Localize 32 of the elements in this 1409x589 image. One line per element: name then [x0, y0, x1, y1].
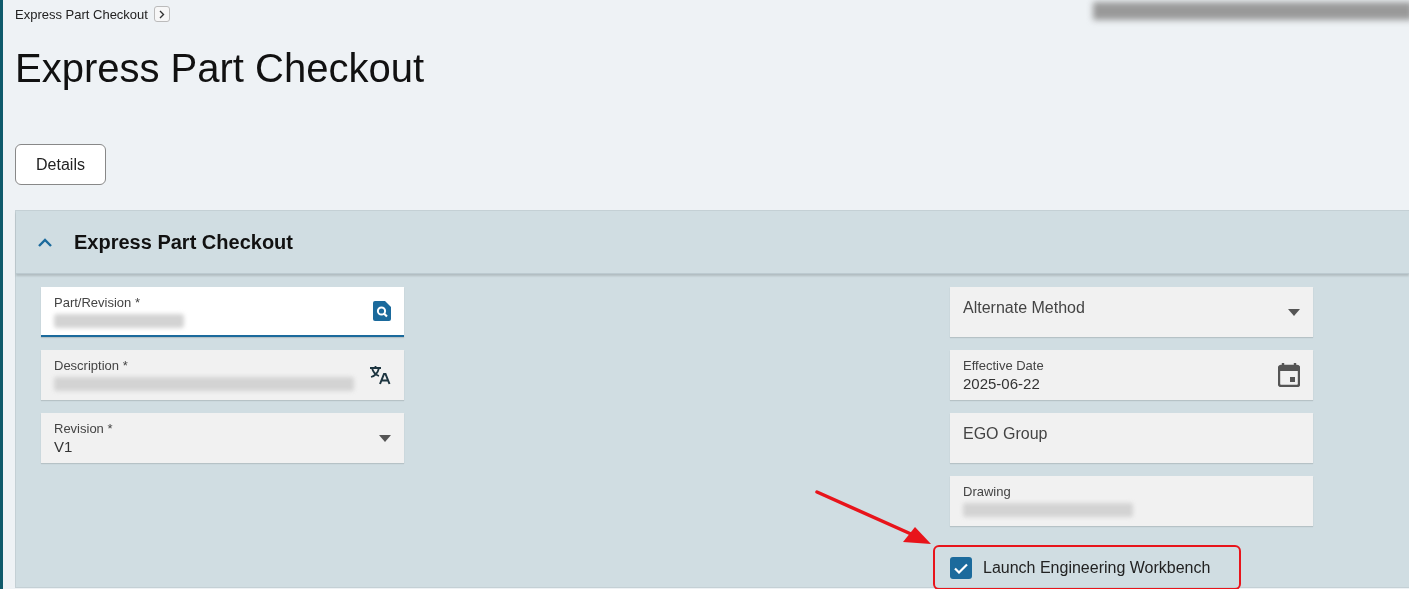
search-icon[interactable] [373, 301, 391, 321]
dropdown-caret-icon[interactable] [379, 434, 391, 442]
field-label: Effective Date [963, 358, 1045, 373]
input-field[interactable]: EGO Group [950, 413, 1313, 463]
section-header[interactable]: Express Part Checkout [16, 211, 1409, 274]
calendar-icon[interactable] [1278, 363, 1300, 387]
checkbox-label[interactable]: Launch Engineering Workbench [983, 559, 1211, 577]
translate-icon[interactable] [369, 365, 391, 385]
field-label: Alternate Method [963, 298, 1086, 317]
chevron-right-icon [158, 9, 165, 19]
chevron-up-icon[interactable] [38, 237, 52, 247]
details-button[interactable]: Details [15, 144, 106, 185]
section-title: Express Part Checkout [74, 230, 293, 254]
breadcrumb-expand-button[interactable] [153, 6, 170, 22]
dropdown-caret-icon[interactable] [1288, 308, 1300, 316]
field-label: Revision * [54, 421, 114, 436]
field-value: V1 [54, 438, 74, 455]
date-field[interactable]: Effective Date 2025-06-22 [950, 350, 1313, 400]
checkbox[interactable] [950, 557, 972, 579]
field-label: Drawing [963, 484, 1012, 499]
field-label: Part/Revision * [54, 295, 141, 310]
field-label: EGO Group [963, 424, 1049, 443]
input-field[interactable]: Part/Revision * [41, 287, 404, 337]
checkmark-icon [954, 562, 968, 574]
field-label: Description * [54, 358, 129, 373]
field-value: 2025-06-22 [963, 375, 1041, 392]
page-title: Express Part Checkout [15, 45, 426, 92]
breadcrumb-link[interactable]: Express Part Checkout [15, 6, 148, 22]
dropdown-field[interactable]: Revision * V1 [41, 413, 404, 463]
input-field[interactable]: Description * [41, 350, 404, 400]
input-field[interactable]: Drawing [950, 476, 1313, 526]
dropdown-field[interactable]: Alternate Method [950, 287, 1313, 337]
